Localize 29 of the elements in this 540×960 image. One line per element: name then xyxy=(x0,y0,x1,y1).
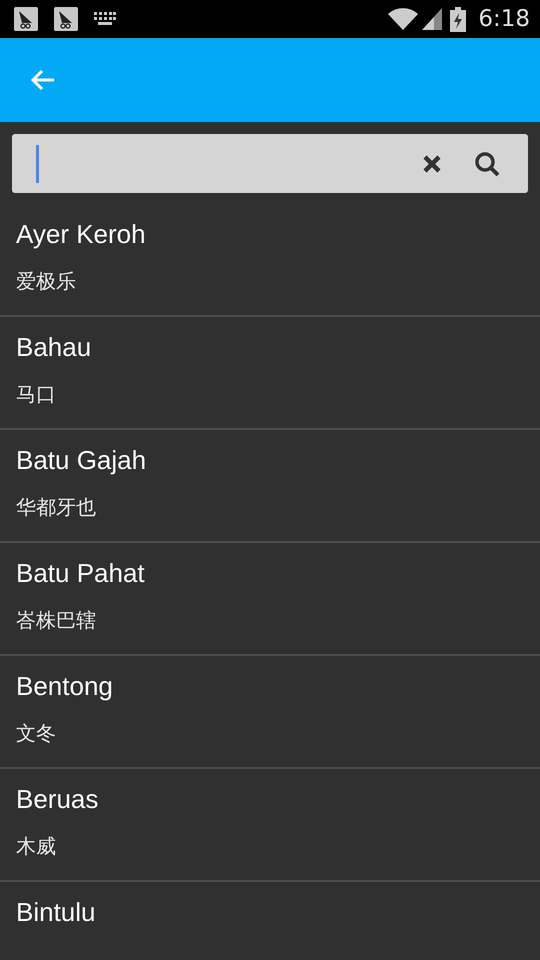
search-field[interactable] xyxy=(12,134,528,193)
list-item[interactable]: Bintulu xyxy=(0,882,540,960)
list-item[interactable]: Bahau 马口 xyxy=(0,317,540,430)
list-item[interactable]: Bentong 文冬 xyxy=(0,656,540,769)
list-item[interactable]: Batu Pahat 峇株巴辖 xyxy=(0,543,540,656)
place-name: Batu Gajah xyxy=(16,444,148,477)
list-item[interactable]: Beruas 木威 xyxy=(0,769,540,882)
battery-icon xyxy=(450,6,466,32)
place-name: Ayer Keroh xyxy=(16,218,147,251)
place-name: Bintulu xyxy=(16,896,96,929)
list-item[interactable]: Batu Gajah 华都牙也 xyxy=(0,430,540,543)
chinese-name: 华都牙也 xyxy=(16,496,97,520)
clock-time: 6:18 xyxy=(478,4,530,34)
place-name: Bahau xyxy=(16,331,92,364)
chinese-name: 峇株巴辖 xyxy=(16,608,97,633)
list-item[interactable]: Ayer Keroh 爱极乐 xyxy=(0,204,540,317)
notification-icon xyxy=(54,7,78,31)
wifi-icon xyxy=(388,8,418,30)
place-name: Beruas xyxy=(16,783,100,816)
chinese-name: 爱极乐 xyxy=(16,270,77,294)
chinese-name: 马口 xyxy=(16,382,57,407)
notification-icon xyxy=(14,7,38,31)
place-name: Bentong xyxy=(16,670,114,703)
text-cursor xyxy=(36,144,39,182)
place-name: Batu Pahat xyxy=(16,557,146,590)
chinese-name: 文冬 xyxy=(16,722,57,746)
keyboard-icon xyxy=(94,12,116,26)
chinese-name: 木威 xyxy=(16,834,57,859)
signal-icon xyxy=(422,8,442,30)
